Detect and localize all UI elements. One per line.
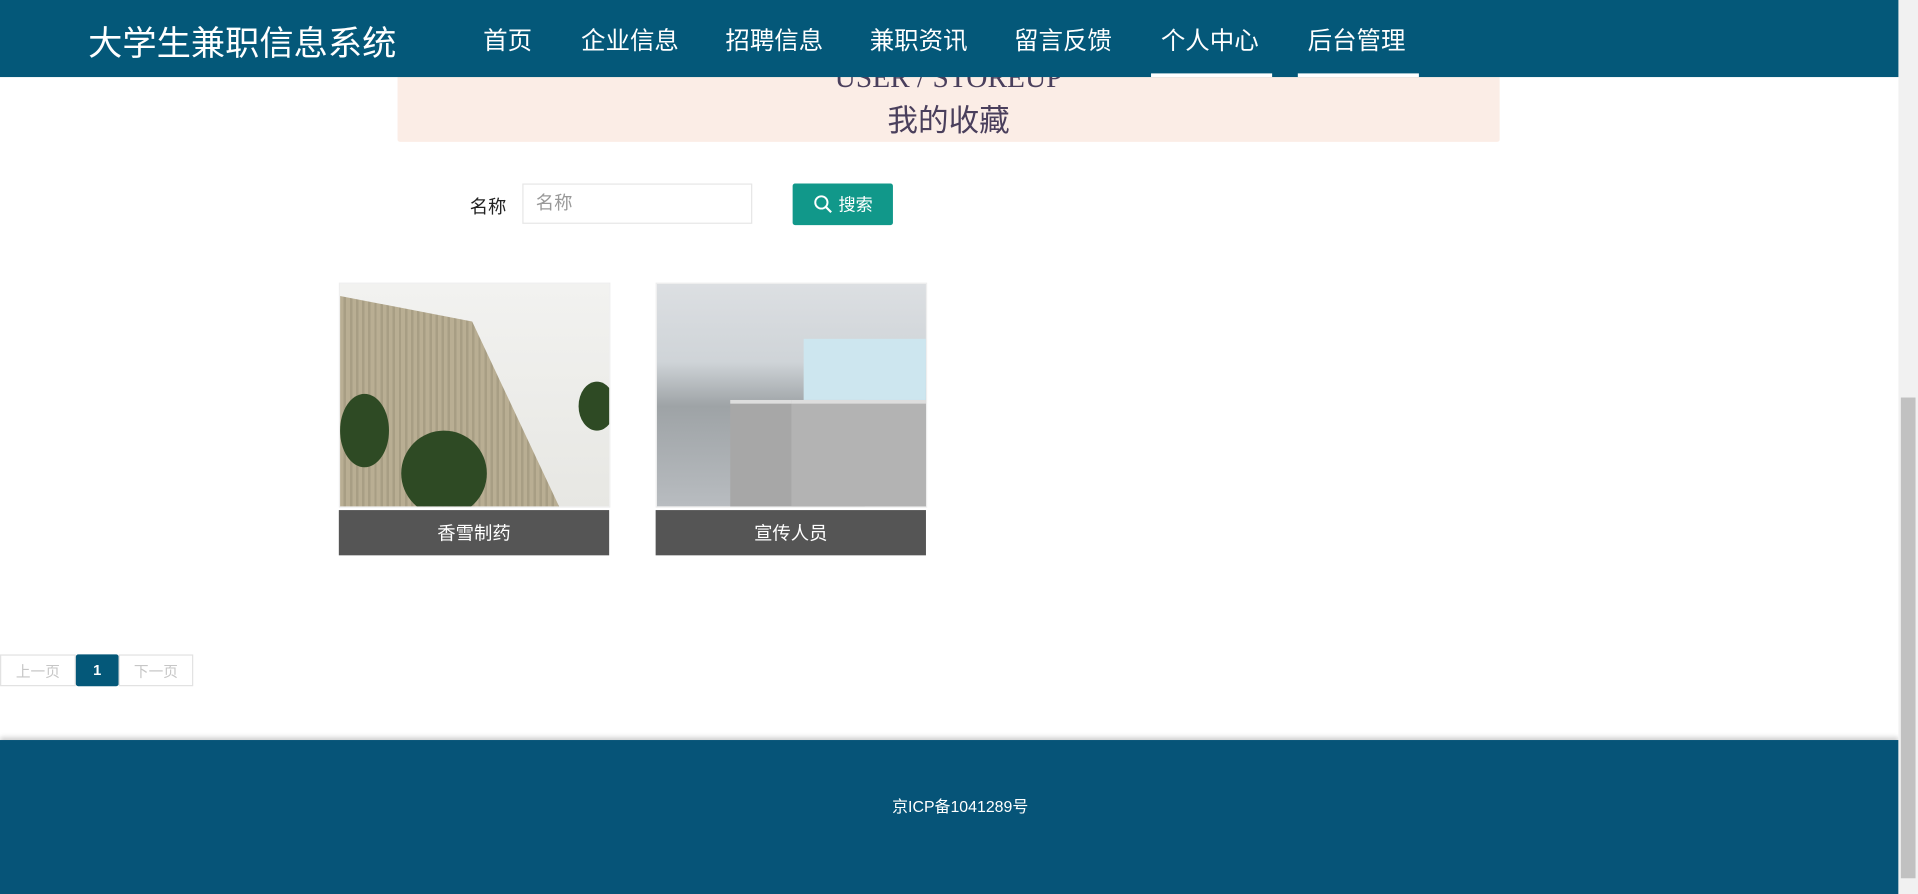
card-image [338, 282, 611, 508]
nav-companies[interactable]: 企业信息 [581, 21, 679, 56]
nav-news[interactable]: 兼职资讯 [870, 21, 968, 56]
nav-recruitment[interactable]: 招聘信息 [725, 21, 823, 56]
card-image [655, 282, 928, 508]
top-nav-bar: 大学生兼职信息系统 首页 企业信息 招聘信息 兼职资讯 留言反馈 个人中心 后台… [0, 0, 1899, 78]
card-title: 香雪制药 [338, 510, 610, 556]
favorite-card[interactable]: 宣传人员 [655, 282, 929, 556]
prev-page-button[interactable]: 上一页 [0, 654, 76, 687]
card-title: 宣传人员 [655, 510, 926, 556]
pagination: 上一页 1 下一页 [0, 654, 194, 687]
footer: 京ICP备1041289号 [0, 740, 1899, 894]
search-button[interactable]: 搜索 [792, 183, 893, 226]
page-title: 我的收藏 [887, 105, 1010, 139]
nav-home[interactable]: 首页 [483, 21, 532, 56]
nav-feedback[interactable]: 留言反馈 [1014, 21, 1112, 56]
favorite-card[interactable]: 香雪制药 [338, 282, 612, 556]
page-scrollbar[interactable] [1898, 0, 1918, 894]
search-input[interactable] [522, 183, 753, 224]
page-1-button[interactable]: 1 [75, 654, 119, 687]
search-icon [813, 195, 832, 214]
next-page-button[interactable]: 下一页 [118, 654, 194, 687]
page-banner: USER / STOREUP 我的收藏 [397, 67, 1500, 142]
site-title[interactable]: 大学生兼职信息系统 [88, 17, 396, 66]
nav-personal-center[interactable]: 个人中心 [1161, 21, 1259, 56]
icp-license: 京ICP备1041289号 [892, 797, 1029, 816]
search-button-label: 搜索 [838, 194, 873, 215]
nav-admin[interactable]: 后台管理 [1308, 21, 1406, 56]
nav-hover-underline [1297, 73, 1419, 78]
search-label: 名称 [469, 196, 507, 218]
scrollbar-thumb[interactable] [1900, 397, 1916, 879]
nav-active-underline [1151, 73, 1273, 78]
